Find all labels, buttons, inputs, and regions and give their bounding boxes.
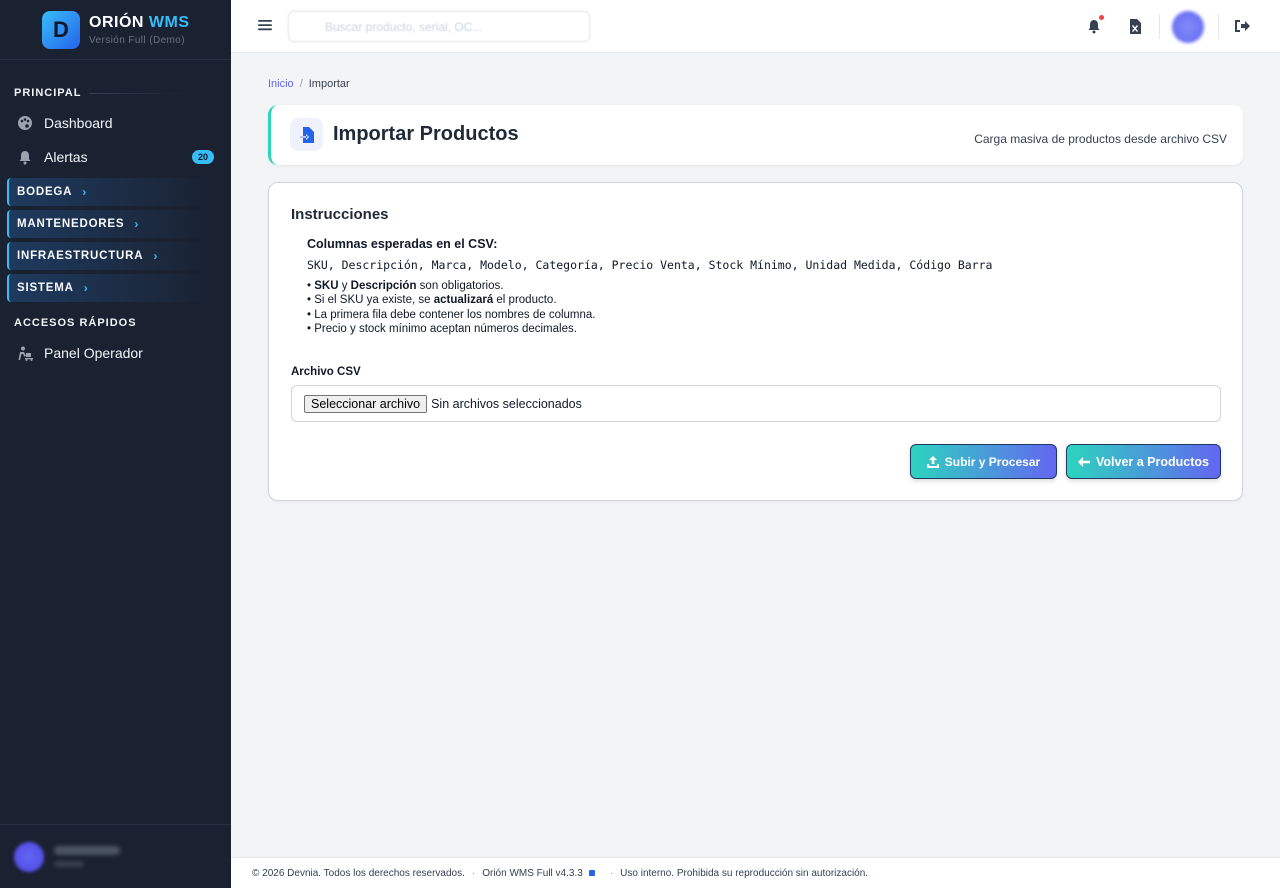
sidebar-item-dashboard[interactable]: Dashboard <box>0 108 231 138</box>
brand[interactable]: D ORIÓN WMS Versión Full (Demo) <box>0 0 231 60</box>
group-label: INFRAESTRUCTURA <box>17 250 144 262</box>
footer-separator: · <box>471 867 476 879</box>
palette-icon <box>16 114 34 132</box>
footer: © 2026 Devnia. Todos los derechos reserv… <box>231 857 1280 888</box>
instructions-title: Instrucciones <box>291 206 389 223</box>
notifications-bell-icon[interactable] <box>1084 15 1104 36</box>
notification-dot <box>1099 15 1104 20</box>
excel-file-icon[interactable] <box>1125 16 1145 36</box>
note-item: • SKU y Descripción son obligatorios. <box>307 280 504 292</box>
button-label: Volver a Productos <box>1096 454 1209 469</box>
chevron-right-icon: › <box>82 185 88 199</box>
group-label: SISTEMA <box>17 282 74 294</box>
chevron-right-icon: › <box>134 217 140 231</box>
upload-icon <box>926 455 939 468</box>
user-info-redacted <box>54 846 120 867</box>
logout-icon[interactable] <box>1232 16 1252 36</box>
sidebar: D ORIÓN WMS Versión Full (Demo) PRINCIPA… <box>0 0 231 888</box>
file-label: Archivo CSV <box>291 366 361 378</box>
section-accesos: ACCESOS RÁPIDOS <box>14 317 137 329</box>
import-card: Instrucciones Columnas esperadas en el C… <box>268 182 1243 501</box>
columns-title: Columnas esperadas en el CSV: <box>307 237 498 251</box>
brand-subtitle: Versión Full (Demo) <box>89 34 185 46</box>
breadcrumb-separator: / <box>299 78 303 90</box>
status-square-icon <box>588 870 595 876</box>
chevron-right-icon: › <box>153 249 159 263</box>
section-principal: PRINCIPAL <box>0 87 231 99</box>
columns-list: SKU, Descripción, Marca, Modelo, Categor… <box>307 258 993 272</box>
group-label: BODEGA <box>17 186 73 198</box>
topbar-divider <box>1159 14 1160 39</box>
user-avatar[interactable] <box>1172 11 1204 43</box>
user-profile[interactable] <box>0 824 231 888</box>
sidebar-group-infraestructura[interactable]: INFRAESTRUCTURA › <box>7 242 221 270</box>
sidebar-item-panel-operador[interactable]: Panel Operador <box>0 338 231 368</box>
avatar <box>14 841 44 872</box>
sidebar-group-bodega[interactable]: BODEGA › <box>7 178 221 206</box>
topbar-divider <box>1218 14 1219 39</box>
search-input[interactable]: Buscar producto, serial, OC... <box>288 11 590 42</box>
file-import-icon <box>290 118 323 151</box>
upload-process-button[interactable]: Subir y Procesar <box>910 444 1057 479</box>
brand-title: ORIÓN WMS <box>89 13 190 31</box>
topbar: Buscar producto, serial, OC... <box>231 0 1280 53</box>
sidebar-group-mantenedores[interactable]: MANTENEDORES › <box>7 210 221 238</box>
file-input[interactable]: Seleccionar archivo Sin archivos selecci… <box>291 385 1221 422</box>
brand-logo: D <box>42 10 80 49</box>
sidebar-item-label: Alertas <box>44 149 88 165</box>
menu-toggle-icon[interactable] <box>257 17 273 33</box>
breadcrumb: Inicio / Importar <box>268 78 350 90</box>
note-item: • Precio y stock mínimo aceptan números … <box>307 322 577 335</box>
back-to-products-button[interactable]: Volver a Productos <box>1066 444 1221 479</box>
alert-count-badge: 20 <box>191 150 214 164</box>
arrow-left-icon <box>1078 456 1090 467</box>
breadcrumb-current: Importar <box>308 78 350 90</box>
note-item: • Si el SKU ya existe, se actualizará el… <box>307 294 557 307</box>
sidebar-group-sistema[interactable]: SISTEMA › <box>7 274 221 302</box>
page-header: Importar Productos Carga masiva de produ… <box>268 105 1243 165</box>
group-label: MANTENEDORES <box>17 218 125 230</box>
person-dolly-icon <box>16 344 34 362</box>
sidebar-item-label: Dashboard <box>44 115 113 131</box>
bell-icon <box>16 148 34 166</box>
instruction-notes: • SKU y Descripción son obligatorios. • … <box>307 279 596 336</box>
page-title: Importar Productos <box>333 123 519 145</box>
footer-notice: Uso interno. Prohibida su reproducción s… <box>620 867 869 879</box>
file-status: Sin archivos seleccionados <box>431 396 582 411</box>
chevron-right-icon: › <box>83 281 89 295</box>
sidebar-item-alertas[interactable]: Alertas 20 <box>0 142 231 172</box>
sidebar-item-label: Panel Operador <box>44 345 143 361</box>
footer-copyright: © 2026 Devnia. Todos los derechos reserv… <box>252 867 465 879</box>
footer-separator: · <box>609 867 614 879</box>
breadcrumb-home-link[interactable]: Inicio <box>268 78 294 90</box>
footer-version: Orión WMS Full v4.3.3 <box>482 867 583 879</box>
choose-file-button[interactable]: Seleccionar archivo <box>304 394 428 413</box>
button-label: Subir y Procesar <box>944 454 1041 469</box>
note-item: • La primera fila debe contener los nomb… <box>307 308 596 321</box>
page-subtitle: Carga masiva de productos desde archivo … <box>974 132 1227 146</box>
